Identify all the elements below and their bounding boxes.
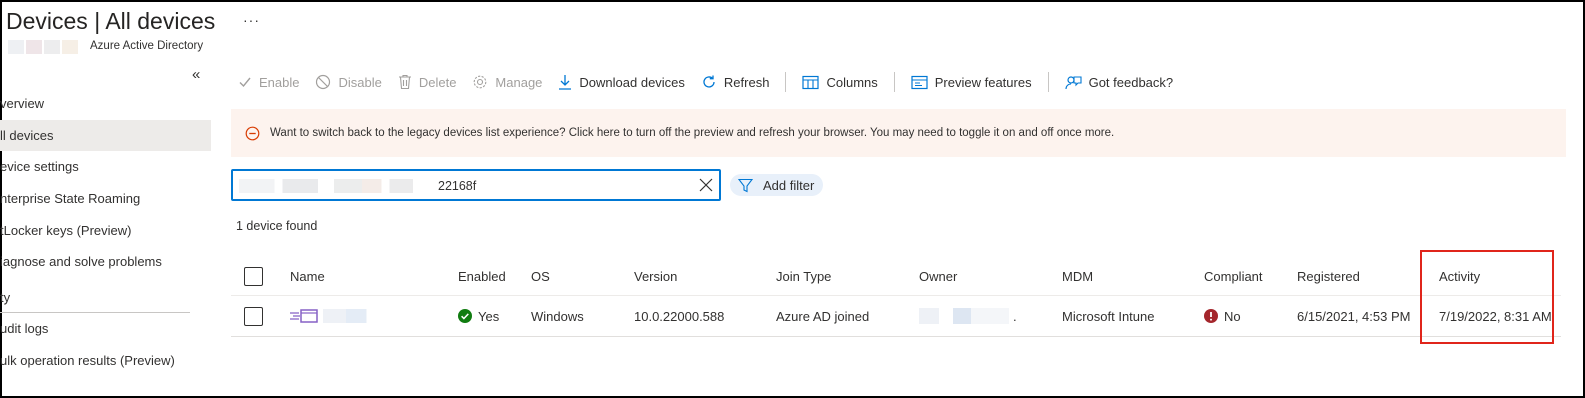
column-header-name[interactable]: Name bbox=[290, 257, 325, 295]
refresh-icon bbox=[701, 74, 717, 90]
column-header-os[interactable]: OS bbox=[531, 257, 550, 295]
columns-icon bbox=[802, 75, 820, 90]
result-count: 1 device found bbox=[236, 219, 318, 233]
sidebar-item-all-devices[interactable]: ll devices bbox=[0, 119, 211, 152]
enabled-cell: Yes bbox=[458, 296, 499, 336]
page-title: Devices | All devices bbox=[6, 8, 216, 34]
disable-button[interactable]: Disable bbox=[315, 74, 382, 90]
toolbar-divider bbox=[893, 72, 895, 92]
feedback-label: Got feedback? bbox=[1088, 74, 1174, 90]
select-all-cell bbox=[244, 257, 263, 295]
block-icon bbox=[315, 74, 331, 90]
device-name-cell[interactable] bbox=[289, 296, 381, 336]
redacted-tenant bbox=[8, 40, 78, 54]
close-icon[interactable] bbox=[697, 176, 715, 199]
os-cell: Windows bbox=[531, 308, 584, 324]
collapse-sidebar-button[interactable]: « bbox=[192, 66, 200, 83]
page-subtitle: Azure Active Directory bbox=[90, 40, 204, 52]
column-header-compliant[interactable]: Compliant bbox=[1204, 257, 1263, 295]
device-icon bbox=[289, 308, 319, 324]
gear-icon bbox=[472, 74, 488, 90]
column-header-enabled[interactable]: Enabled bbox=[458, 257, 506, 295]
owner-value: . bbox=[1013, 308, 1017, 324]
select-all-checkbox[interactable] bbox=[244, 266, 263, 286]
sidebar-item-audit-logs[interactable]: udit logs bbox=[0, 313, 211, 345]
error-icon bbox=[1204, 309, 1218, 323]
join-type-cell: Azure AD joined bbox=[776, 308, 870, 324]
sidebar-item-enterprise-state-roaming[interactable]: nterprise State Roaming bbox=[0, 183, 211, 215]
check-circle-icon bbox=[458, 309, 472, 323]
mdm-cell: Microsoft Intune bbox=[1062, 308, 1155, 324]
version-cell: 10.0.22000.588 bbox=[634, 308, 725, 324]
command-bar: Enable Disable Delete Manage Download de… bbox=[238, 70, 1189, 94]
banner-text: Want to switch back to the legacy device… bbox=[270, 127, 1115, 139]
sidebar: verview ll devices evice settings nterpr… bbox=[0, 88, 211, 377]
sidebar-section-heading: ty bbox=[0, 290, 11, 306]
enabled-value: Yes bbox=[478, 308, 500, 324]
columns-label: Columns bbox=[826, 74, 878, 90]
column-header-join-type[interactable]: Join Type bbox=[776, 257, 831, 295]
disable-label: Disable bbox=[338, 74, 382, 90]
preview-features-button[interactable]: Preview features bbox=[911, 75, 1032, 90]
activity-highlight-box bbox=[1420, 250, 1554, 344]
checkmark-icon bbox=[238, 75, 252, 89]
download-devices-button[interactable]: Download devices bbox=[558, 74, 685, 90]
refresh-button[interactable]: Refresh bbox=[701, 74, 770, 90]
toolbar-divider bbox=[785, 72, 787, 92]
redacted-device-name bbox=[323, 309, 381, 323]
more-options-button[interactable]: ··· bbox=[243, 12, 260, 28]
sidebar-item-bulk-operation-results[interactable]: ulk operation results (Preview) bbox=[0, 345, 211, 377]
redacted-owner bbox=[919, 308, 1009, 324]
manage-button[interactable]: Manage bbox=[472, 74, 542, 90]
preview-banner[interactable]: Want to switch back to the legacy device… bbox=[231, 109, 1566, 157]
refresh-label: Refresh bbox=[723, 74, 770, 90]
feedback-button[interactable]: Got feedback? bbox=[1065, 74, 1174, 90]
toolbar-divider bbox=[1047, 72, 1049, 92]
table-header-row: Name Enabled OS Version Join Type Owner … bbox=[231, 257, 1561, 296]
preview-features-label: Preview features bbox=[934, 74, 1032, 90]
column-header-mdm[interactable]: MDM bbox=[1062, 257, 1093, 295]
enable-label: Enable bbox=[259, 74, 300, 90]
delete-label: Delete bbox=[418, 74, 457, 90]
sidebar-item-bitlocker-keys[interactable]: tLocker keys (Preview) bbox=[0, 215, 211, 247]
column-header-registered[interactable]: Registered bbox=[1297, 257, 1360, 295]
column-header-version[interactable]: Version bbox=[634, 257, 677, 295]
trash-icon bbox=[398, 74, 412, 90]
download-devices-label: Download devices bbox=[579, 74, 685, 90]
row-checkbox[interactable] bbox=[244, 306, 263, 326]
redacted-search-text bbox=[239, 179, 437, 193]
enable-button[interactable]: Enable bbox=[238, 75, 299, 90]
feedback-icon bbox=[1065, 74, 1082, 90]
add-filter-button[interactable]: Add filter bbox=[730, 174, 824, 196]
minus-circle-icon bbox=[245, 126, 260, 141]
row-select-cell bbox=[244, 296, 263, 336]
sidebar-item-overview[interactable]: verview bbox=[0, 88, 211, 120]
add-filter-label: Add filter bbox=[763, 177, 815, 193]
download-icon bbox=[558, 74, 572, 90]
owner-cell[interactable]: . bbox=[919, 296, 1017, 336]
filter-icon bbox=[738, 178, 753, 193]
sidebar-item-device-settings[interactable]: evice settings bbox=[0, 151, 211, 183]
table-row[interactable]: Yes Windows 10.0.22000.588 Azure AD join… bbox=[231, 296, 1561, 337]
manage-label: Manage bbox=[495, 74, 543, 90]
columns-button[interactable]: Columns bbox=[802, 74, 878, 90]
sidebar-item-diagnose[interactable]: iagnose and solve problems bbox=[0, 246, 211, 278]
search-value: 22168f bbox=[438, 179, 477, 193]
column-header-owner[interactable]: Owner bbox=[919, 257, 957, 295]
registered-cell: 6/15/2021, 4:53 PM bbox=[1297, 308, 1411, 324]
compliant-cell: No bbox=[1204, 296, 1241, 336]
devices-table: Name Enabled OS Version Join Type Owner … bbox=[231, 257, 1561, 337]
preview-icon bbox=[911, 75, 928, 90]
search-input[interactable]: 22168f bbox=[231, 169, 721, 201]
compliant-value: No bbox=[1224, 308, 1241, 324]
delete-button[interactable]: Delete bbox=[398, 74, 457, 90]
